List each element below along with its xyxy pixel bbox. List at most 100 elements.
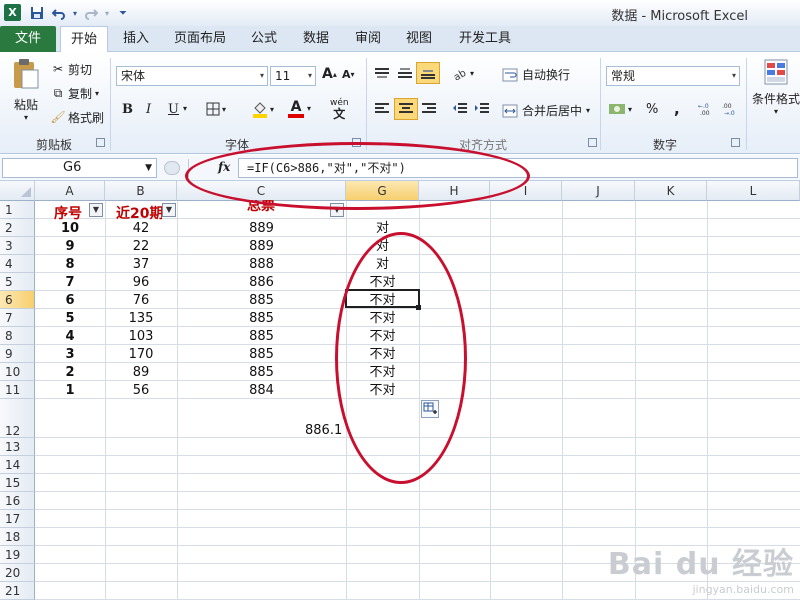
cell-a7[interactable]: 5 <box>35 310 105 327</box>
align-top-button[interactable] <box>374 66 390 80</box>
row-header-14[interactable]: 14 <box>0 456 35 474</box>
row-header-15[interactable]: 15 <box>0 474 35 492</box>
tab-data[interactable]: 数据 <box>294 26 338 52</box>
cell-c5[interactable]: 886 <box>177 274 346 291</box>
row-header-16[interactable]: 16 <box>0 492 35 510</box>
align-middle-button[interactable] <box>397 66 413 80</box>
cell-a11[interactable]: 1 <box>35 382 105 399</box>
insert-function-button[interactable]: fx <box>218 160 230 174</box>
cell-b11[interactable]: 56 <box>105 382 177 399</box>
filter-dropdown-b[interactable]: ▼ <box>162 203 176 217</box>
cell-c1[interactable]: 总票 <box>247 200 275 215</box>
cell-b2[interactable]: 42 <box>105 220 177 237</box>
font-color-button[interactable]: A <box>288 100 304 118</box>
cell-c8[interactable]: 885 <box>177 328 346 345</box>
tab-home[interactable]: 开始 <box>60 26 108 53</box>
tab-page-layout[interactable]: 页面布局 <box>166 26 234 52</box>
font-name-combo[interactable]: 宋体 ▾ <box>116 66 268 86</box>
decrease-indent-button[interactable] <box>452 102 468 116</box>
bold-button[interactable]: B <box>122 102 133 117</box>
chevron-down-icon[interactable]: ▼ <box>145 159 152 177</box>
row-header-10[interactable]: 10 <box>0 363 35 381</box>
row-header-20[interactable]: 20 <box>0 564 35 582</box>
paste-button[interactable]: 粘贴 ▾ <box>8 58 44 130</box>
shrink-font-button[interactable]: A ▾ <box>342 68 355 81</box>
tab-review[interactable]: 审阅 <box>346 26 390 52</box>
grow-font-button[interactable]: A ▴ <box>322 66 337 82</box>
cell-c2[interactable]: 889 <box>177 220 346 237</box>
font-size-combo[interactable]: 11 ▾ <box>270 66 316 86</box>
cell-g2[interactable]: 对 <box>346 220 419 237</box>
filter-dropdown-c[interactable]: ▼ <box>330 203 344 217</box>
cell-c10[interactable]: 885 <box>177 364 346 381</box>
cell-b5[interactable]: 96 <box>105 274 177 291</box>
accounting-format-button[interactable]: ▾ <box>608 102 632 116</box>
row-header-12[interactable]: 12 <box>0 399 35 438</box>
borders-button[interactable]: ▾ <box>206 102 226 116</box>
tab-insert[interactable]: 插入 <box>114 26 158 52</box>
row-header-11[interactable]: 11 <box>0 381 35 399</box>
save-icon[interactable] <box>28 4 46 22</box>
cell-g9[interactable]: 不对 <box>346 346 419 363</box>
wrap-text-button[interactable]: 自动换行 <box>502 66 570 83</box>
row-header-4[interactable]: 4 <box>0 255 35 273</box>
row-header-9[interactable]: 9 <box>0 345 35 363</box>
align-right-button[interactable] <box>421 102 437 116</box>
percent-button[interactable]: % <box>646 102 658 117</box>
tab-file[interactable]: 文件 <box>0 26 56 52</box>
underline-button[interactable]: U <box>168 102 179 117</box>
tab-developer[interactable]: 开发工具 <box>450 26 520 52</box>
row-header-3[interactable]: 3 <box>0 237 35 255</box>
cell-a4[interactable]: 8 <box>35 256 105 273</box>
auto-fill-options-button[interactable] <box>421 400 439 418</box>
cell-c9[interactable]: 885 <box>177 346 346 363</box>
active-cell-cursor[interactable] <box>345 289 420 308</box>
underline-dropdown-icon[interactable]: ▾ <box>183 104 187 113</box>
align-left-button[interactable] <box>374 102 390 116</box>
customize-icon[interactable]: ⏷ <box>114 4 132 22</box>
italic-button[interactable]: I <box>146 102 151 117</box>
cell-a10[interactable]: 2 <box>35 364 105 381</box>
orientation-button[interactable]: ab ▾ <box>452 66 474 80</box>
tab-view[interactable]: 视图 <box>397 26 441 52</box>
cell-b7[interactable]: 135 <box>105 310 177 327</box>
row-header-13[interactable]: 13 <box>0 438 35 456</box>
cell-a2[interactable]: 10 <box>35 220 105 237</box>
cell-b4[interactable]: 37 <box>105 256 177 273</box>
cell-a6[interactable]: 6 <box>35 292 105 309</box>
cell-c6[interactable]: 885 <box>177 292 346 309</box>
row-header-19[interactable]: 19 <box>0 546 35 564</box>
conditional-formatting-button[interactable]: 条件格式 ▾ <box>750 58 800 116</box>
row-header-17[interactable]: 17 <box>0 510 35 528</box>
name-box[interactable]: G6 ▼ <box>2 158 157 178</box>
select-all-corner[interactable] <box>0 181 35 201</box>
column-header-b[interactable]: B <box>105 181 177 201</box>
clipboard-launcher-icon[interactable] <box>96 138 105 147</box>
formula-bar-handle[interactable] <box>164 161 180 175</box>
increase-decimal-button[interactable]: ←.0.00 <box>698 102 716 116</box>
phonetic-button[interactable]: wén 文 <box>330 98 349 120</box>
fill-color-button[interactable]: ▾ <box>252 100 274 118</box>
row-header-1[interactable]: 1 <box>0 201 35 219</box>
excel-logo-icon[interactable]: X <box>4 4 21 21</box>
align-bottom-button[interactable] <box>416 62 440 84</box>
number-format-combo[interactable]: 常规 ▾ <box>606 66 740 86</box>
row-header-18[interactable]: 18 <box>0 528 35 546</box>
column-header-j[interactable]: J <box>562 181 635 201</box>
column-header-i[interactable]: I <box>490 181 562 201</box>
cut-button[interactable]: ✂ 剪切 <box>50 60 92 78</box>
cell-g8[interactable]: 不对 <box>346 328 419 345</box>
column-header-l[interactable]: L <box>707 181 800 201</box>
column-header-g[interactable]: G <box>346 181 419 201</box>
row-header-6[interactable]: 6 <box>0 291 35 309</box>
cell-g11[interactable]: 不对 <box>346 382 419 399</box>
cell-c11[interactable]: 884 <box>177 382 346 399</box>
formula-input[interactable]: =IF(C6>886,"对","不对") <box>238 158 798 178</box>
font-launcher-icon[interactable] <box>352 138 361 147</box>
cell-b8[interactable]: 103 <box>105 328 177 345</box>
cell-b6[interactable]: 76 <box>105 292 177 309</box>
format-painter-button[interactable]: 🖌 格式刷 <box>50 108 104 126</box>
row-header-7[interactable]: 7 <box>0 309 35 327</box>
cell-a5[interactable]: 7 <box>35 274 105 291</box>
cell-g10[interactable]: 不对 <box>346 364 419 381</box>
